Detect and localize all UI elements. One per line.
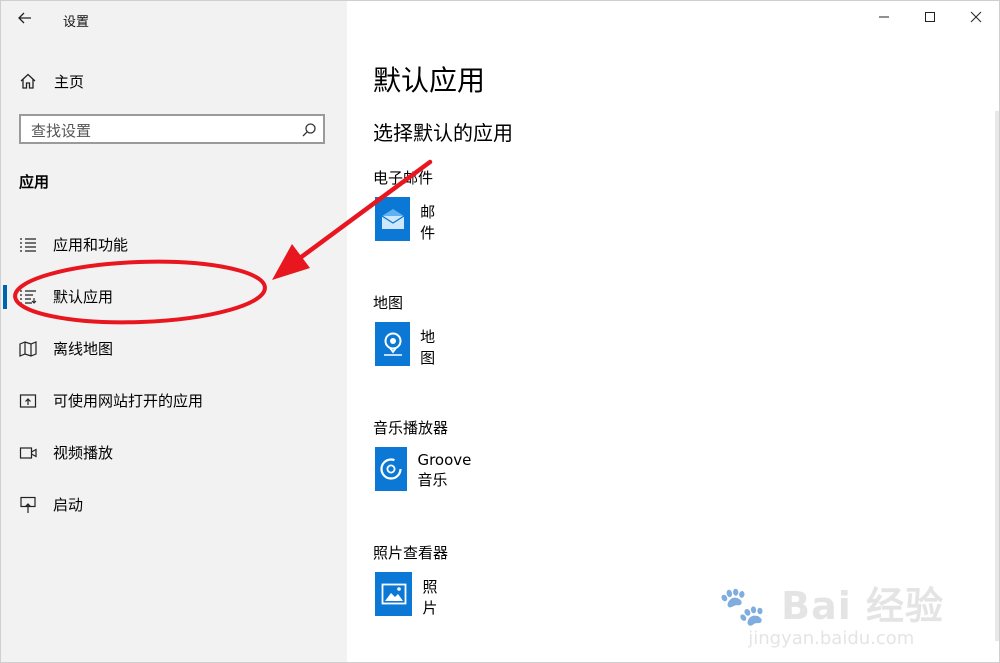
window-controls <box>861 1 999 33</box>
startup-icon <box>18 495 38 515</box>
category-label: 电子邮件 <box>373 169 434 187</box>
sidebar-item-apps-features[interactable]: 应用和功能 <box>1 219 347 271</box>
search-box[interactable] <box>19 114 325 144</box>
scrollbar[interactable] <box>995 111 999 641</box>
app-name: 照片 <box>422 578 438 617</box>
close-button[interactable] <box>953 1 999 33</box>
app-title: 设置 <box>63 15 90 30</box>
default-app-group-photos: 照片查看器 照片 <box>373 542 449 617</box>
category-label: 照片查看器 <box>373 544 449 562</box>
sidebar-item-video-playback[interactable]: 视频播放 <box>1 427 347 479</box>
default-app-group-maps: 地图 地图 <box>373 292 435 367</box>
home-label: 主页 <box>54 72 85 91</box>
minimize-button[interactable] <box>861 1 907 33</box>
default-app-group-music: 音乐播放器 Groove 音乐 <box>373 417 471 491</box>
groove-music-icon <box>375 447 408 491</box>
sidebar-item-offline-maps[interactable]: 离线地图 <box>1 323 347 375</box>
default-app-button-music[interactable]: Groove 音乐 <box>375 447 483 493</box>
photos-icon <box>375 572 413 616</box>
search-icon[interactable] <box>301 122 317 138</box>
apps-list-icon <box>18 235 38 255</box>
default-apps-icon <box>18 287 38 307</box>
mail-icon <box>375 197 411 241</box>
default-app-button-email[interactable]: 邮件 <box>375 197 444 243</box>
settings-window: 设置 主页 应用 应用和功能 <box>0 0 1000 663</box>
sidebar-item-label: 视频播放 <box>53 444 114 462</box>
sidebar-item-apps-for-websites[interactable]: 可使用网站打开的应用 <box>1 375 347 427</box>
default-app-button-photos[interactable]: 照片 <box>375 572 448 618</box>
app-name: 地图 <box>420 328 436 367</box>
page-title: 默认应用 <box>373 64 486 97</box>
sidebar: 设置 主页 应用 应用和功能 <box>1 1 347 662</box>
category-label: 音乐播放器 <box>373 419 449 437</box>
category-label: 地图 <box>373 294 404 312</box>
minimize-icon <box>879 16 889 18</box>
maximize-button[interactable] <box>907 1 953 33</box>
watermark-url: jingyan.baidu.com <box>748 628 915 649</box>
app-name: Groove 音乐 <box>417 451 472 489</box>
sidebar-item-label: 应用和功能 <box>53 236 129 254</box>
open-with-website-icon <box>18 391 38 411</box>
sidebar-item-label: 默认应用 <box>53 288 114 306</box>
home-icon <box>20 73 36 89</box>
watermark-logo: 🐾 Bai 经验 <box>718 584 944 628</box>
sidebar-item-label: 可使用网站打开的应用 <box>53 392 204 410</box>
home-link[interactable]: 主页 <box>19 69 84 93</box>
section-heading: 应用 <box>19 173 50 191</box>
default-app-group-email: 电子邮件 邮件 <box>373 167 435 242</box>
search-input[interactable] <box>29 120 293 142</box>
sidebar-item-label: 启动 <box>53 496 84 514</box>
sidebar-nav: 应用和功能 默认应用 离线地图 可使用网站打开的应用 视频播放 启动 <box>1 219 347 531</box>
close-icon <box>970 11 982 23</box>
sidebar-item-startup[interactable]: 启动 <box>1 479 347 531</box>
active-indicator <box>3 285 7 309</box>
maps-icon <box>375 322 411 366</box>
back-arrow-icon <box>18 12 31 24</box>
back-button[interactable] <box>11 5 39 31</box>
sidebar-item-label: 离线地图 <box>53 340 114 358</box>
main-content: 默认应用 选择默认的应用 电子邮件 邮件 地图 地图 音乐播放器 Groove … <box>347 1 999 662</box>
sidebar-item-default-apps[interactable]: 默认应用 <box>1 271 347 323</box>
default-app-button-maps[interactable]: 地图 <box>375 322 444 368</box>
app-name: 邮件 <box>420 203 436 242</box>
video-playback-icon <box>18 443 38 463</box>
maximize-icon <box>925 12 935 22</box>
section-subtitle: 选择默认的应用 <box>373 121 513 145</box>
offline-map-icon <box>18 339 38 359</box>
watermark: 🐾 Bai 经验 jingyan.baidu.com <box>719 575 944 649</box>
